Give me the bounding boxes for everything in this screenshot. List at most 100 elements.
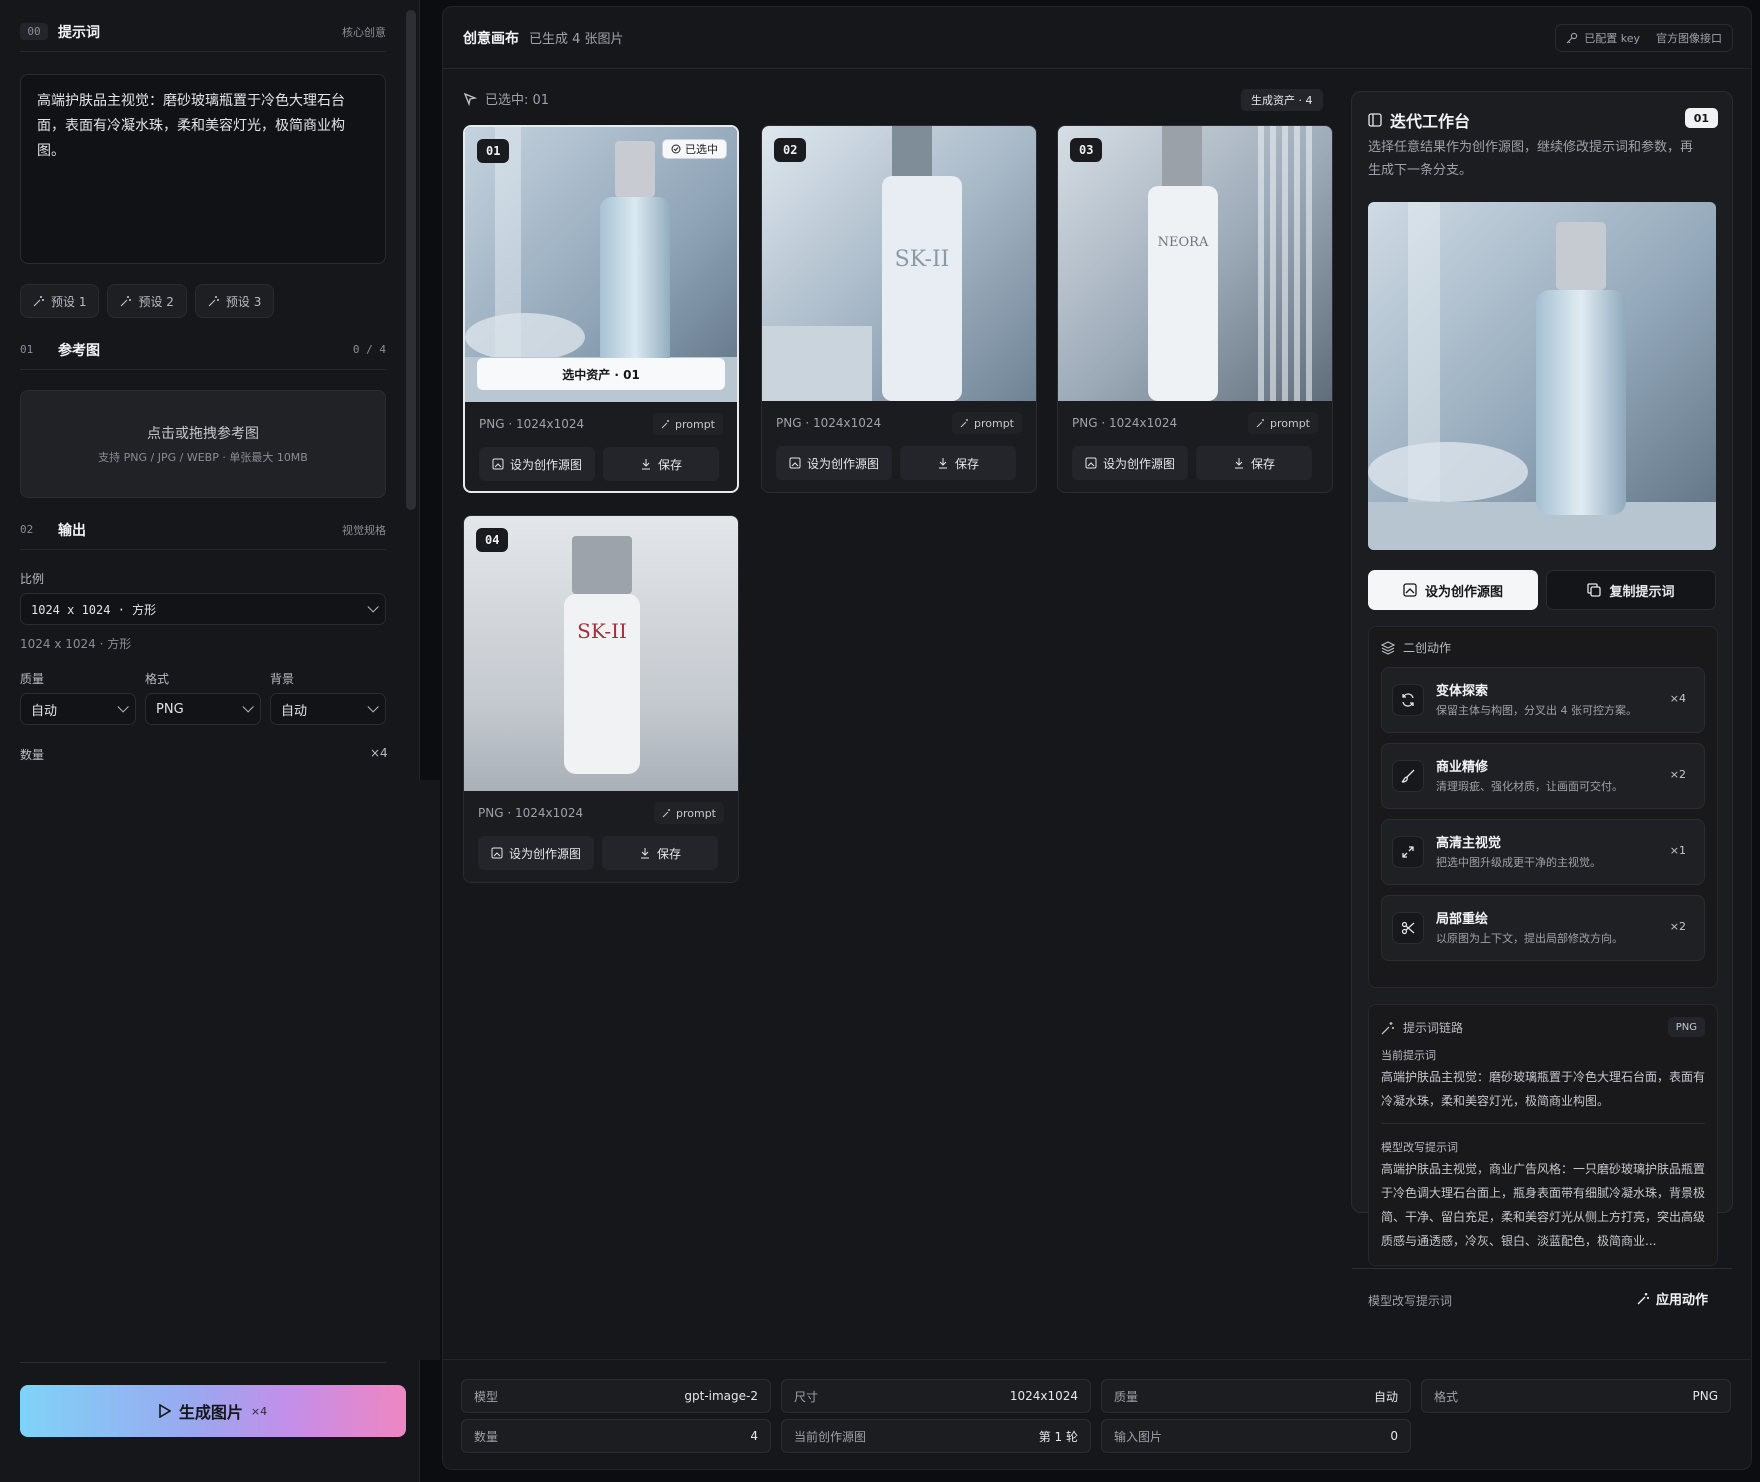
divider xyxy=(1352,1268,1732,1269)
action-hd-visual[interactable]: 高清主视觉 把选中图升级成更干净的主视觉。 ×1 xyxy=(1381,819,1705,885)
stat-value: gpt-image-2 xyxy=(684,1389,758,1403)
count-value: ×4 xyxy=(370,746,388,760)
wand-icon xyxy=(33,296,44,307)
prompt-button[interactable]: prompt xyxy=(1247,412,1318,434)
canvas-panel: 创意画布 已生成 4 张图片 已配置 key 官方图像接口 已选中: 01 生成… xyxy=(442,6,1752,1470)
asset-number: 01 xyxy=(477,139,510,163)
copy-prompt-label: 复制提示词 xyxy=(1609,584,1675,600)
selection-status: 已选中: 01 xyxy=(463,89,549,108)
action-retouch[interactable]: 商业精修 清理瑕疵、强化材质，让画面可交付。 ×2 xyxy=(1381,743,1705,809)
save-label: 保存 xyxy=(657,457,682,472)
preset-button[interactable]: 预设 3 xyxy=(194,284,275,318)
asset-card[interactable]: NEORA 03 PNG · 1024x1024 prompt 设为创作源图 保… xyxy=(1057,125,1333,493)
set-source-button[interactable]: 设为创作源图 xyxy=(776,446,892,480)
format-label: 格式 xyxy=(145,672,170,686)
stat-format: 格式 PNG xyxy=(1421,1379,1731,1413)
action-description: 清理瑕疵、强化材质，让画面可交付。 xyxy=(1436,780,1623,793)
background-select[interactable]: 自动 xyxy=(270,693,386,725)
wand-icon xyxy=(1637,1292,1649,1304)
dropzone-title: 点击或拖拽参考图 xyxy=(147,426,259,442)
format-select[interactable]: PNG xyxy=(145,693,261,725)
reference-dropzone[interactable]: 点击或拖拽参考图 支持 PNG / JPG / WEBP · 单张最大 10MB xyxy=(20,390,386,498)
set-source-button[interactable]: 设为创作源图 xyxy=(478,836,594,870)
image-edit-icon xyxy=(1403,583,1417,597)
dropzone-hint: 支持 PNG / JPG / WEBP · 单张最大 10MB xyxy=(98,451,308,464)
action-variation[interactable]: 变体探索 保留主体与构图，分叉出 4 张可控方案。 ×4 xyxy=(1381,667,1705,733)
bottle-image: NEORA xyxy=(1058,126,1332,401)
preset-button[interactable]: 预设 2 xyxy=(107,284,187,318)
preset-list: 预设 1 预设 2 预设 3 xyxy=(20,284,275,318)
chevron-down-icon xyxy=(367,701,379,713)
set-source-label: 设为创作源图 xyxy=(508,846,581,861)
scrollbar[interactable] xyxy=(406,10,416,510)
preset-button[interactable]: 预设 1 xyxy=(20,284,100,318)
stat-quality: 质量 自动 xyxy=(1101,1379,1411,1413)
prompt-button[interactable]: prompt xyxy=(652,413,723,435)
brand-text: NEORA xyxy=(1158,235,1209,250)
divider xyxy=(1381,1123,1705,1124)
generate-button[interactable]: 生成图片 ×4 xyxy=(20,1385,406,1437)
ratio-select[interactable]: 1024 x 1024 · 方形 xyxy=(20,593,386,625)
stat-input-images: 输入图片 0 xyxy=(1101,1419,1411,1453)
download-icon xyxy=(640,848,649,859)
cursor-icon xyxy=(463,92,477,106)
remix-actions: 二创动作 变体探索 保留主体与构图，分叉出 4 张可控方案。 ×4 商业精修 清… xyxy=(1368,626,1718,988)
iteration-workbench: 迭代工作台 01 选择任意结果作为创作源图，继续修改提示词和参数，再生成下一条分… xyxy=(1351,91,1733,1308)
save-button[interactable]: 保存 xyxy=(900,446,1016,480)
stat-value: 自动 xyxy=(1373,1389,1398,1404)
brand-text: SK-II xyxy=(895,247,950,272)
asset-card[interactable]: SK-II 02 PNG · 1024x1024 prompt 设为创作源图 保… xyxy=(761,125,1037,493)
asset-image[interactable]: SK-II xyxy=(464,516,738,791)
download-icon xyxy=(1234,458,1243,469)
sparkle-icon xyxy=(1256,419,1264,428)
save-button[interactable]: 保存 xyxy=(1196,446,1312,480)
prompt-button[interactable]: prompt xyxy=(653,802,724,824)
footer-label: 模型改写提示词 xyxy=(1368,1294,1453,1308)
page-subtitle: 已生成 4 张图片 xyxy=(529,32,624,47)
asset-card[interactable]: 01 已选中 选中资产 · 01 PNG · 1024x1024 prompt … xyxy=(463,125,739,493)
asset-image[interactable]: SK-II xyxy=(762,126,1036,401)
quality-value: 自动 xyxy=(31,703,58,719)
apply-action-button[interactable]: 应用动作 xyxy=(1627,1280,1718,1316)
prompt-label: prompt xyxy=(675,806,716,820)
prompt-button[interactable]: prompt xyxy=(951,412,1022,434)
set-source-button[interactable]: 设为创作源图 xyxy=(479,447,595,481)
asset-image[interactable]: NEORA xyxy=(1058,126,1332,401)
action-inpaint[interactable]: 局部重绘 以原图为上下文，提出局部修改方向。 ×2 xyxy=(1381,895,1705,961)
stat-key: 格式 xyxy=(1434,1389,1459,1404)
prompt-label: prompt xyxy=(973,416,1014,430)
prompt-textarea[interactable]: 高端护肤品主视觉：磨砂玻璃瓶置于冷色大理石台面，表面有冷凝水珠，柔和美容灯光，极… xyxy=(20,74,386,264)
bottle-image: SK-II xyxy=(762,126,1036,401)
section-number: 02 xyxy=(20,523,34,536)
image-edit-icon xyxy=(491,847,503,859)
asset-number: 04 xyxy=(476,528,509,552)
wand-icon xyxy=(208,296,219,307)
remix-header: 二创动作 xyxy=(1381,639,1451,656)
expand-icon xyxy=(1392,836,1424,868)
prompt-chain: 提示词链路 PNG 当前提示词 高端护肤品主视觉：磨砂玻璃瓶置于冷色大理石台面，… xyxy=(1368,1004,1718,1266)
play-icon xyxy=(159,1404,171,1418)
asset-count-badge: 生成资产 · 4 xyxy=(1241,89,1323,111)
set-source-label: 设为创作源图 xyxy=(1102,456,1175,471)
save-button[interactable]: 保存 xyxy=(602,836,718,870)
api-status[interactable]: 已配置 key 官方图像接口 xyxy=(1555,23,1733,52)
copy-prompt-button[interactable]: 复制提示词 xyxy=(1546,570,1716,610)
save-button[interactable]: 保存 xyxy=(603,447,719,481)
stat-value: 4 xyxy=(750,1429,758,1443)
left-empty-area xyxy=(0,780,440,1360)
format-value: PNG xyxy=(156,701,184,717)
download-icon xyxy=(938,458,947,469)
set-source-button[interactable]: 设为创作源图 xyxy=(1072,446,1188,480)
set-source-button[interactable]: 设为创作源图 xyxy=(1368,570,1538,610)
save-label: 保存 xyxy=(656,846,681,861)
stat-key: 输入图片 xyxy=(1114,1429,1163,1444)
section-number: 01 xyxy=(20,343,34,356)
asset-card[interactable]: SK-II 04 PNG · 1024x1024 prompt 设为创作源图 保… xyxy=(463,515,739,883)
action-description: 以原图为上下文，提出局部修改方向。 xyxy=(1436,932,1623,945)
quality-select[interactable]: 自动 xyxy=(20,693,136,725)
stat-value: 0 xyxy=(1390,1429,1398,1443)
rewrite-prompt-label: 模型改写提示词 xyxy=(1381,1141,1458,1154)
stat-count: 数量 4 xyxy=(461,1419,771,1453)
stat-key: 尺寸 xyxy=(794,1389,819,1404)
stat-key: 数量 xyxy=(474,1429,499,1444)
